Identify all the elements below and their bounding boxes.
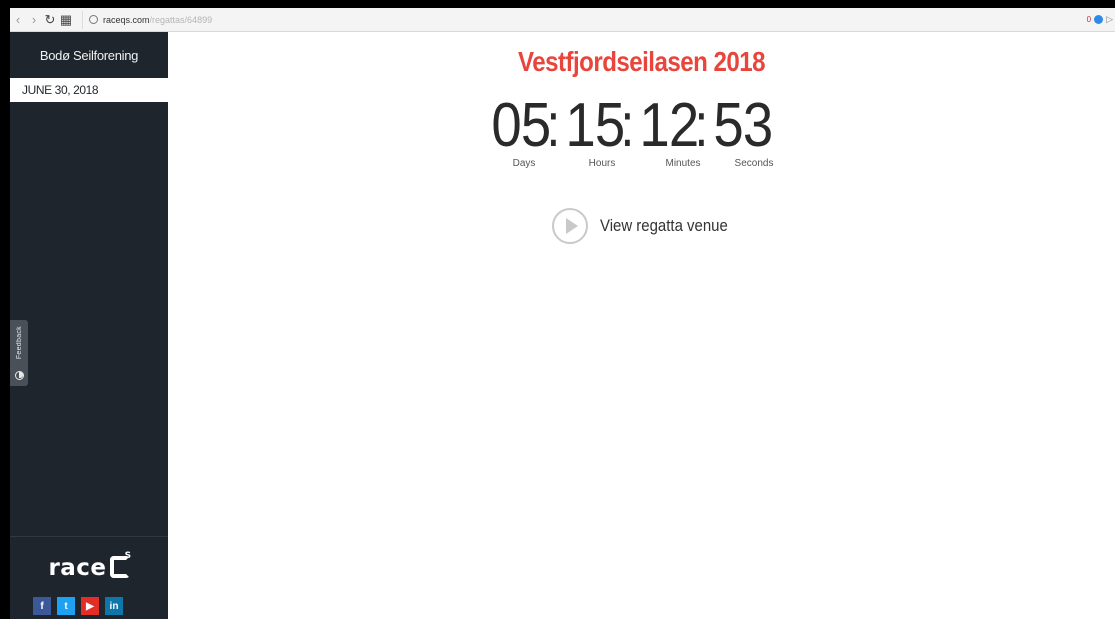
sidebar: Bodø Seilforening JUNE 30, 2018 Feedback… xyxy=(10,32,168,619)
countdown-separator: : xyxy=(546,91,561,160)
logo-sup: S xyxy=(124,551,132,561)
logo-text: race xyxy=(48,555,107,581)
social-links: f t ▶ in xyxy=(33,597,123,615)
days-label: Days xyxy=(512,158,536,169)
back-icon[interactable]: ‹ xyxy=(10,12,26,27)
linkedin-icon[interactable]: in xyxy=(105,597,123,615)
view-venue-label[interactable]: View regatta venue xyxy=(600,216,728,236)
browser-toolbar: ‹ › ↻ ▦ raceqs.com /regattas/64899 0 ▷ xyxy=(10,8,1115,32)
countdown-hours: 15 xyxy=(565,91,625,160)
view-venue-link[interactable]: View regatta venue xyxy=(552,208,745,244)
url-path: /regattas/64899 xyxy=(149,14,213,25)
youtube-icon[interactable]: ▶ xyxy=(81,597,99,615)
grid-icon[interactable]: ▦ xyxy=(58,12,74,28)
countdown-minutes: 12 xyxy=(639,91,699,160)
hours-label: Hours xyxy=(588,158,616,169)
sidebar-item-date[interactable]: JUNE 30, 2018 xyxy=(10,78,168,102)
countdown-separator: : xyxy=(620,91,635,160)
feedback-label: Feedback xyxy=(15,326,23,360)
countdown-seconds: 53 xyxy=(713,91,773,160)
main-content: Vestfjordseilasen 2018 05 : 15 : 12 : 53… xyxy=(168,32,1115,619)
reload-icon[interactable]: ↻ xyxy=(42,12,58,28)
play-icon[interactable]: ▷ xyxy=(1106,14,1113,25)
facebook-icon[interactable]: f xyxy=(33,597,51,615)
forward-icon[interactable]: › xyxy=(26,12,42,27)
play-circle-icon[interactable] xyxy=(552,208,588,244)
countdown-separator: : xyxy=(694,91,709,160)
countdown-timer: 05 : 15 : 12 : 53 Days Hours Minutes Sec… xyxy=(488,90,808,169)
extensions-area: 0 ▷ xyxy=(1087,14,1115,25)
feedback-icon xyxy=(14,371,24,380)
url-host: raceqs.com xyxy=(103,14,150,25)
feedback-tab[interactable]: Feedback xyxy=(10,320,28,386)
logo-q-icon: S xyxy=(109,551,131,578)
countdown-days: 05 xyxy=(491,91,551,160)
globe-icon xyxy=(89,15,98,24)
raceqs-logo[interactable]: race S xyxy=(10,551,168,581)
shield-icon[interactable] xyxy=(1094,15,1104,24)
club-name[interactable]: Bodø Seilforening xyxy=(10,32,168,78)
sidebar-divider xyxy=(10,536,168,537)
twitter-icon[interactable]: t xyxy=(57,597,75,615)
regatta-title: Vestfjordseilasen 2018 xyxy=(517,46,766,77)
seconds-label: Seconds xyxy=(734,158,774,169)
minutes-label: Minutes xyxy=(665,158,701,169)
address-bar[interactable]: raceqs.com /regattas/64899 xyxy=(82,10,218,29)
extension-badge: 0 xyxy=(1086,15,1092,24)
